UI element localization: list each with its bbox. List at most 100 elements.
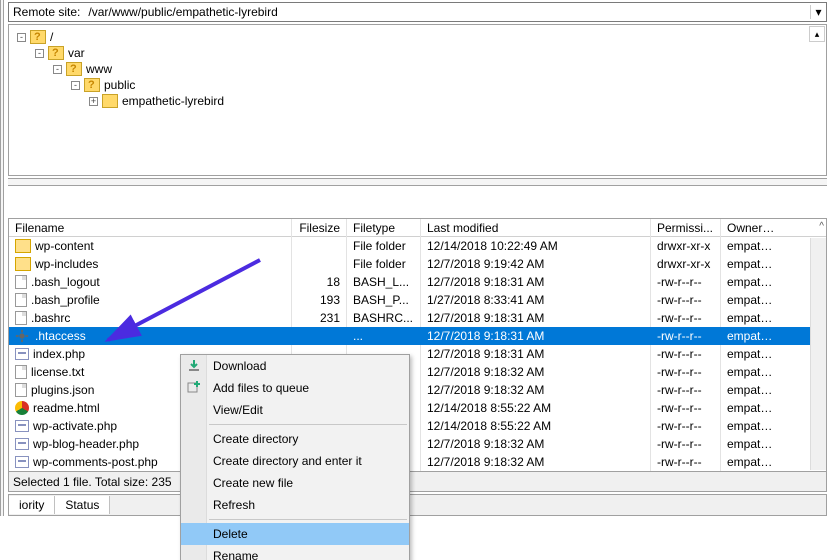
file-row[interactable]: .bash_profile 193BASH_P...1/27/2018 8:33:… bbox=[9, 291, 826, 309]
cm-view-edit[interactable]: View/Edit bbox=[181, 399, 409, 421]
file-modified: 12/7/2018 9:18:32 AM bbox=[421, 363, 651, 381]
col-modified[interactable]: Last modified bbox=[421, 219, 651, 237]
file-owner: empathe... bbox=[721, 399, 781, 417]
file-type: BASHRC... bbox=[347, 309, 421, 327]
file-owner: empathe... bbox=[721, 237, 781, 255]
file-icon bbox=[15, 293, 27, 307]
file-owner: empathe... bbox=[721, 309, 781, 327]
file-type: BASH_P... bbox=[347, 291, 421, 309]
col-filetype[interactable]: Filetype bbox=[347, 219, 421, 237]
cm-delete[interactable]: Delete bbox=[181, 523, 409, 545]
file-permissions: -rw-r--r-- bbox=[651, 327, 721, 345]
remote-site-bar: Remote site: ▾ bbox=[8, 2, 827, 22]
tree-toggle[interactable]: - bbox=[35, 49, 44, 58]
cm-create-dir-enter-label: Create directory and enter it bbox=[213, 454, 362, 468]
file-row[interactable]: plugins.json12/7/2018 9:18:32 AM-rw-r--r… bbox=[9, 381, 826, 399]
file-row[interactable]: readme.html12/14/2018 8:55:22 AM-rw-r--r… bbox=[9, 399, 826, 417]
cm-create-file[interactable]: Create new file bbox=[181, 472, 409, 494]
file-row[interactable]: wp-comments-post.php12/7/2018 9:18:32 AM… bbox=[9, 453, 826, 471]
file-size bbox=[292, 255, 347, 273]
folder-icon bbox=[15, 239, 31, 253]
cm-download-label: Download bbox=[213, 359, 266, 373]
file-modified: 1/27/2018 8:33:41 AM bbox=[421, 291, 651, 309]
file-size: 231 bbox=[292, 309, 347, 327]
tree-scroll-up[interactable]: ▴ bbox=[809, 26, 825, 42]
status-bar: Selected 1 file. Total size: 235 bbox=[8, 472, 827, 492]
splitter-horizontal-1[interactable] bbox=[8, 178, 827, 186]
file-name: index.php bbox=[33, 345, 85, 363]
file-name: .bash_profile bbox=[31, 291, 100, 309]
tree-label: empathetic-lyrebird bbox=[122, 93, 224, 109]
tree-toggle[interactable]: + bbox=[89, 97, 98, 106]
remote-files-panel: Filename Filesize Filetype Last modified… bbox=[8, 218, 827, 472]
cm-refresh[interactable]: Refresh bbox=[181, 494, 409, 516]
files-scrollbar[interactable] bbox=[810, 238, 826, 470]
file-type: File folder bbox=[347, 255, 421, 273]
cm-download[interactable]: Download bbox=[181, 355, 409, 377]
tree-node[interactable]: + empathetic-lyrebird bbox=[17, 93, 818, 109]
php-file-icon bbox=[15, 456, 29, 468]
tree-toggle[interactable]: - bbox=[53, 65, 62, 74]
file-name: license.txt bbox=[31, 363, 84, 381]
file-owner: empathe... bbox=[721, 453, 781, 471]
remote-tree-panel: ▴ -/-var-www-public + empathetic-lyrebird bbox=[8, 24, 827, 176]
col-owner[interactable]: Owner/G... bbox=[721, 219, 781, 237]
status-text: Selected 1 file. Total size: 235 bbox=[13, 475, 172, 489]
file-permissions: drwxr-xr-x bbox=[651, 237, 721, 255]
chevron-up-icon: ^ bbox=[819, 221, 824, 232]
tree-toggle[interactable]: - bbox=[17, 33, 26, 42]
remote-path-dropdown[interactable]: ▾ bbox=[810, 5, 826, 19]
file-row[interactable]: wp-activate.php12/14/2018 8:55:22 AM-rw-… bbox=[9, 417, 826, 435]
col-permissions[interactable]: Permissi... bbox=[651, 219, 721, 237]
cm-view-edit-label: View/Edit bbox=[213, 403, 263, 417]
cm-rename[interactable]: Rename bbox=[181, 545, 409, 560]
tree-node[interactable]: -www bbox=[17, 61, 818, 77]
tree-node[interactable]: -public bbox=[17, 77, 818, 93]
download-icon bbox=[186, 358, 202, 374]
file-row[interactable]: wp-blog-header.php12/7/2018 9:18:32 AM-r… bbox=[9, 435, 826, 453]
file-row[interactable]: .htaccess...12/7/2018 9:18:31 AM-rw-r--r… bbox=[9, 327, 826, 345]
col-filename[interactable]: Filename bbox=[9, 219, 292, 237]
file-permissions: -rw-r--r-- bbox=[651, 399, 721, 417]
file-permissions: -rw-r--r-- bbox=[651, 345, 721, 363]
file-row[interactable]: wp-includesFile folder12/7/2018 9:19:42 … bbox=[9, 255, 826, 273]
file-permissions: -rw-r--r-- bbox=[651, 435, 721, 453]
file-size: 18 bbox=[292, 273, 347, 291]
cm-create-dir[interactable]: Create directory bbox=[181, 428, 409, 450]
php-file-icon bbox=[15, 420, 29, 432]
file-permissions: drwxr-xr-x bbox=[651, 255, 721, 273]
cm-refresh-label: Refresh bbox=[213, 498, 255, 512]
file-modified: 12/7/2018 9:18:32 AM bbox=[421, 381, 651, 399]
tree-toggle[interactable]: - bbox=[71, 81, 80, 90]
cm-add-queue[interactable]: Add files to queue bbox=[181, 377, 409, 399]
file-modified: 12/7/2018 9:18:32 AM bbox=[421, 435, 651, 453]
tree-node[interactable]: -/ bbox=[17, 29, 818, 45]
file-type: File folder bbox=[347, 237, 421, 255]
php-file-icon bbox=[15, 438, 29, 450]
tab-status[interactable]: Status bbox=[55, 496, 110, 514]
file-row[interactable]: index.php12/7/2018 9:18:31 AM-rw-r--r--e… bbox=[9, 345, 826, 363]
file-row[interactable]: license.txt12/7/2018 9:18:32 AM-rw-r--r-… bbox=[9, 363, 826, 381]
file-owner: empathe... bbox=[721, 327, 781, 345]
file-owner: empathe... bbox=[721, 363, 781, 381]
files-header[interactable]: Filename Filesize Filetype Last modified… bbox=[9, 219, 826, 237]
file-size: 193 bbox=[292, 291, 347, 309]
file-permissions: -rw-r--r-- bbox=[651, 417, 721, 435]
file-modified: 12/14/2018 8:55:22 AM bbox=[421, 417, 651, 435]
col-filesize[interactable]: Filesize bbox=[292, 219, 347, 237]
folder-icon bbox=[66, 62, 82, 76]
cm-create-dir-enter[interactable]: Create directory and enter it bbox=[181, 450, 409, 472]
file-modified: 12/14/2018 8:55:22 AM bbox=[421, 399, 651, 417]
file-row[interactable]: .bashrc231BASHRC...12/7/2018 9:18:31 AM-… bbox=[9, 309, 826, 327]
tab-priority[interactable]: iority bbox=[9, 496, 55, 514]
folder-icon bbox=[15, 257, 31, 271]
cm-add-queue-label: Add files to queue bbox=[213, 381, 309, 395]
splitter-vertical[interactable] bbox=[0, 0, 4, 516]
file-row[interactable]: wp-contentFile folder12/14/2018 10:22:49… bbox=[9, 237, 826, 255]
transfer-tabs: iority Status bbox=[8, 494, 827, 516]
file-permissions: -rw-r--r-- bbox=[651, 291, 721, 309]
tree-node[interactable]: -var bbox=[17, 45, 818, 61]
remote-path-input[interactable] bbox=[84, 3, 810, 21]
file-permissions: -rw-r--r-- bbox=[651, 453, 721, 471]
file-row[interactable]: .bash_logout18BASH_L...12/7/2018 9:18:31… bbox=[9, 273, 826, 291]
